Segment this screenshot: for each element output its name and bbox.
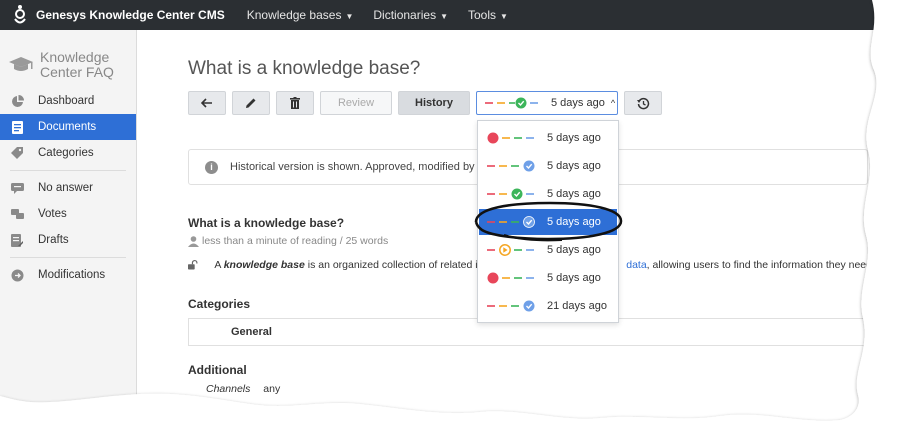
sidebar-item-label: Dashboard (38, 95, 95, 107)
nav-label: Dictionaries (373, 8, 437, 22)
sidebar-item-label: No answer (38, 182, 93, 194)
sidebar: Knowledge Center FAQ Dashboard Documents… (0, 30, 137, 440)
blue-check-status-icon (487, 216, 535, 228)
sidebar-item-modifications[interactable]: Modifications (0, 262, 136, 288)
restore-history-button[interactable] (624, 91, 662, 115)
caret-down-icon: ▼ (500, 12, 508, 21)
pencil-icon (246, 98, 256, 108)
channels-label: Channels (206, 383, 251, 395)
sidebar-item-categories[interactable]: Categories (0, 140, 136, 166)
app-name: Genesys Knowledge Center CMS (36, 8, 225, 22)
sidebar-item-no-answer[interactable]: No answer (0, 175, 136, 201)
person-icon (188, 235, 199, 247)
sidebar-item-dashboard[interactable]: Dashboard (0, 88, 136, 114)
version-option-selected[interactable]: 5 days ago (479, 209, 617, 235)
additional-heading: Additional (188, 363, 247, 377)
kb-header[interactable]: Knowledge Center FAQ (0, 30, 136, 86)
genesys-logo-icon[interactable] (8, 3, 32, 27)
sidebar-item-label: Categories (38, 147, 94, 159)
sidebar-item-label: Documents (38, 121, 97, 133)
history-icon (636, 97, 649, 109)
graduation-cap-icon (9, 57, 33, 71)
body-text: is an organized collection of related in… (304, 259, 496, 271)
sidebar-item-votes[interactable]: Votes (0, 201, 136, 227)
trash-icon (290, 97, 300, 109)
page-title: What is a knowledge base? (188, 58, 421, 79)
caret-down-icon: ▼ (345, 12, 354, 21)
tag-icon (10, 146, 24, 160)
modifications-icon (10, 268, 24, 282)
kb-title-line: Knowledge (40, 49, 110, 65)
sidebar-divider (10, 170, 126, 171)
version-select[interactable]: 5 days ago ^ (476, 91, 618, 115)
version-option[interactable]: 5 days ago (479, 265, 617, 291)
channels-row: Channels any (206, 383, 280, 395)
kb-title-line: Center FAQ (40, 64, 114, 80)
history-button[interactable]: History (398, 91, 470, 115)
categories-heading: Categories (188, 297, 251, 311)
version-select-label: 5 days ago (551, 97, 605, 109)
chevron-up-icon: ^ (610, 98, 616, 108)
sidebar-item-label: Votes (38, 208, 67, 220)
version-option[interactable]: 21 days ago (479, 293, 617, 319)
kb-title: Knowledge Center FAQ (40, 50, 114, 80)
notice-text: Historical version is shown. Approved, m… (230, 161, 508, 173)
red-dot-status-icon (487, 272, 534, 284)
arrow-left-icon (201, 98, 212, 108)
version-option-label: 21 days ago (547, 300, 607, 312)
version-option-label: 5 days ago (547, 132, 601, 144)
version-option[interactable]: 5 days ago (479, 181, 617, 207)
version-option-label: 5 days ago (547, 160, 601, 172)
top-bar: Genesys Knowledge Center CMS Knowledge b… (0, 0, 900, 30)
red-dot-status-icon (487, 132, 534, 144)
sidebar-divider (10, 257, 126, 258)
back-button[interactable] (188, 91, 226, 115)
delete-button[interactable] (276, 91, 314, 115)
green-check-status-icon (485, 97, 538, 109)
version-option-label: 5 days ago (547, 216, 601, 228)
document-toolbar: Review History 5 days ago ^ (188, 91, 668, 115)
document-icon (10, 120, 24, 134)
category-item[interactable]: General (231, 326, 272, 338)
blue-check-status-icon (487, 160, 535, 172)
version-option-label: 5 days ago (547, 244, 601, 256)
caret-down-icon: ▼ (440, 12, 448, 21)
orange-play-status-icon (487, 244, 534, 256)
body-text: A (214, 259, 224, 271)
info-icon: i (205, 160, 218, 174)
sidebar-item-drafts[interactable]: Drafts (0, 227, 136, 253)
version-option[interactable]: 5 days ago (479, 237, 617, 263)
blue-check-status-icon (487, 300, 535, 312)
nav-knowledge-bases[interactable]: Knowledge bases ▼ (247, 8, 354, 22)
nav-label: Tools (468, 8, 497, 22)
body-term: knowledge base (223, 259, 305, 271)
version-dropdown: 5 days ago 5 days ago 5 days ago 5 days … (477, 120, 619, 323)
votes-icon (10, 207, 24, 221)
version-option[interactable]: 5 days ago (479, 125, 617, 151)
reading-meta: less than a minute of reading / 25 words (188, 235, 388, 247)
pie-chart-icon (10, 94, 24, 108)
chat-icon (10, 181, 24, 195)
nav-dictionaries[interactable]: Dictionaries ▼ (373, 8, 448, 22)
nav-label: Knowledge bases (246, 8, 342, 22)
drafts-icon (10, 233, 24, 247)
green-check-status-icon (487, 188, 534, 200)
reading-meta-text: less than a minute of reading / 25 words (202, 235, 389, 247)
review-button[interactable]: Review (320, 91, 392, 115)
version-option-label: 5 days ago (547, 272, 601, 284)
article-title: What is a knowledge base? (188, 216, 345, 230)
sidebar-item-label: Drafts (38, 234, 69, 246)
sidebar-item-documents[interactable]: Documents (0, 114, 136, 140)
unlock-icon[interactable] (188, 259, 198, 271)
nav-tools[interactable]: Tools ▼ (468, 8, 508, 22)
version-option-label: 5 days ago (547, 188, 601, 200)
channels-value: any (263, 383, 281, 395)
version-option[interactable]: 5 days ago (479, 153, 617, 179)
sidebar-item-label: Modifications (38, 269, 106, 281)
edit-button[interactable] (232, 91, 270, 115)
body-text: , allowing users to find the information… (646, 259, 889, 271)
body-link[interactable]: data (626, 259, 646, 271)
body-link[interactable]: as (889, 259, 900, 271)
